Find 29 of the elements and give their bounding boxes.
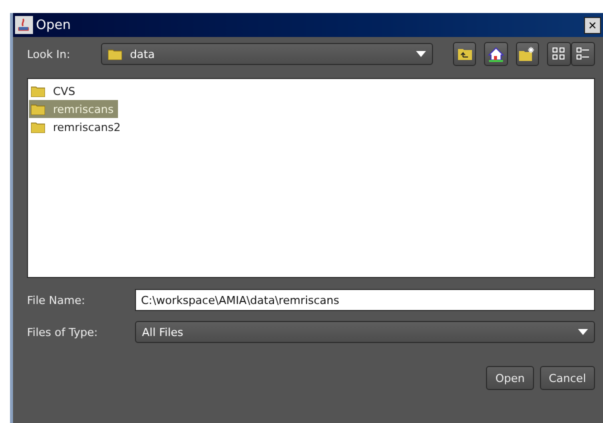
new-folder-icon [519,47,536,61]
java-cup-icon [15,16,33,34]
home-button[interactable] [484,42,508,66]
file-type-dropdown[interactable]: All Files [135,321,595,343]
close-button[interactable]: × [584,16,601,34]
new-folder-button[interactable] [516,42,539,66]
details-view-icon [576,47,590,61]
list-view-icon [552,47,566,61]
window-title: Open [36,18,72,32]
folder-item[interactable]: CVS [29,82,80,100]
up-folder-button[interactable] [452,42,476,66]
folder-icon [31,86,45,96]
folder-icon [31,122,45,132]
look-in-label: Look In: [27,48,72,60]
folder-icon [31,104,45,114]
folder-icon [108,48,122,60]
caret-icon [416,51,426,57]
file-name-label: File Name: [27,294,86,306]
up-folder-icon [458,48,472,60]
file-name-field[interactable]: C:\workspace\AMIA\data\remriscans [135,289,595,311]
file-type-label: Files of Type: [27,326,99,338]
home-icon [488,46,504,62]
cancel-button[interactable]: Cancel [540,366,595,390]
caret-icon [578,329,588,335]
details-view-button[interactable] [571,42,595,66]
list-view-button[interactable] [547,42,571,66]
open-button[interactable]: Open [486,366,534,390]
look-in-dropdown[interactable]: data [100,43,434,65]
folder-item[interactable]: remriscans2 [29,118,125,136]
